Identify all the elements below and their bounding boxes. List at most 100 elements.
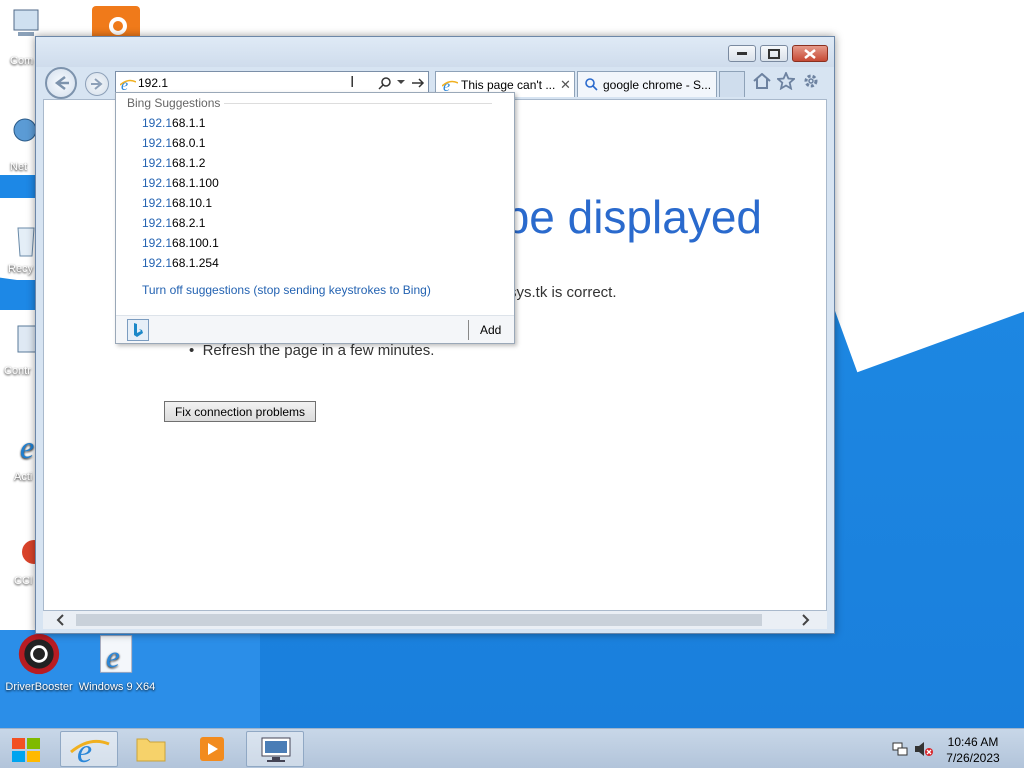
search-icon <box>585 78 598 91</box>
suggestion-typed: 192.1 <box>142 216 173 230</box>
turn-off-suggestions-link[interactable]: Turn off suggestions (stop sending keyst… <box>142 283 431 297</box>
desktop-icon-label: Windows 9 X64 <box>78 681 156 693</box>
folder-icon <box>136 738 166 762</box>
suggestion-item[interactable]: 192.168.1.100 <box>142 176 219 190</box>
bing-provider-button[interactable] <box>127 319 149 341</box>
svg-text:e: e <box>106 639 120 674</box>
ie-icon: e <box>100 635 133 674</box>
divider <box>468 320 469 340</box>
suggestion-rest: 68.1.1 <box>172 116 206 130</box>
error-bullet: • Refresh the page in a few minutes. <box>189 342 434 359</box>
search-icon[interactable] <box>378 76 392 90</box>
svg-text:e: e <box>20 429 34 465</box>
suggestion-rest: 68.2.1 <box>172 216 206 230</box>
suggestion-item[interactable]: 192.168.1.2 <box>142 156 205 170</box>
address-input[interactable] <box>138 75 358 91</box>
minimize-button[interactable] <box>728 45 756 62</box>
desktop-icon-label: Contr <box>4 365 31 377</box>
bing-icon <box>134 323 143 337</box>
recycle-bin-icon <box>17 227 35 257</box>
taskbar-internet-explorer[interactable]: e <box>60 731 118 768</box>
desktop-icon-label: DriverBooster <box>5 681 73 693</box>
close-icon <box>804 48 816 59</box>
arrow-left-icon <box>54 76 69 90</box>
divider <box>224 103 492 104</box>
text-cursor-icon: I <box>350 74 355 91</box>
suggestion-item[interactable]: 192.168.10.1 <box>142 196 212 210</box>
chevron-down-icon[interactable] <box>397 78 405 86</box>
tab-google-chrome-search[interactable]: google chrome - S... <box>577 71 717 97</box>
suggestion-typed: 192.1 <box>142 116 173 130</box>
bullet-icon: • <box>189 342 203 359</box>
ie-icon: e <box>442 78 458 93</box>
media-player-icon <box>200 737 224 761</box>
taskbar-remote-desktop[interactable] <box>246 731 304 767</box>
suggestion-typed: 192.1 <box>142 256 173 270</box>
desktop-icon-windows9[interactable]: e Windows 9 X64 <box>78 632 156 693</box>
start-button[interactable] <box>6 734 46 766</box>
suggestion-rest: 68.0.1 <box>172 136 206 150</box>
suggestion-item[interactable]: 192.168.0.1 <box>142 136 205 150</box>
scroll-right-icon[interactable] <box>801 613 811 627</box>
scrollbar-thumb[interactable] <box>76 614 762 626</box>
arrow-right-icon <box>91 78 103 90</box>
network-tray-icon[interactable] <box>891 741 909 757</box>
favorites-star-icon[interactable] <box>777 72 795 90</box>
clock-date[interactable]: 7/26/2023 <box>938 751 1008 765</box>
remote-desktop-icon <box>261 737 291 762</box>
suggestion-item[interactable]: 192.168.1.1 <box>142 116 205 130</box>
suggestion-typed: 192.1 <box>142 176 173 190</box>
suggestions-footer: Add <box>116 315 514 343</box>
tab-label: This page can't ... <box>461 78 556 92</box>
suggestion-item[interactable]: 192.168.2.1 <box>142 216 205 230</box>
desktop-icon-label: Recy <box>8 263 34 275</box>
forward-button[interactable] <box>85 72 109 96</box>
add-provider-button[interactable]: Add <box>480 323 501 337</box>
taskbar-file-explorer[interactable] <box>122 731 180 767</box>
scroll-left-icon[interactable] <box>55 613 65 627</box>
maximize-icon <box>768 48 780 59</box>
volume-muted-icon[interactable] <box>914 741 934 757</box>
taskbar-media-player[interactable] <box>184 731 242 767</box>
suggestion-item[interactable]: 192.168.1.254 <box>142 256 219 270</box>
minimize-icon <box>737 51 747 55</box>
desktop-icon-driverbooster[interactable]: DriverBooster <box>0 632 78 693</box>
ie-icon: e <box>120 77 136 92</box>
go-arrow-icon[interactable] <box>411 76 425 90</box>
suggestion-rest: 68.1.100 <box>172 176 219 190</box>
suggestion-rest: 68.1.254 <box>172 256 219 270</box>
tab-label: google chrome - S... <box>603 78 712 92</box>
taskbar: e 10:46 AM 7/26/2023 <box>0 728 1024 768</box>
suggestions-header: Bing Suggestions <box>127 96 221 110</box>
suggestion-typed: 192.1 <box>142 156 173 170</box>
suggestion-typed: 192.1 <box>142 136 173 150</box>
suggestion-item[interactable]: 192.168.100.1 <box>142 236 219 250</box>
new-tab-button[interactable] <box>719 71 745 97</box>
clock-time[interactable]: 10:46 AM <box>938 735 1008 749</box>
horizontal-scrollbar[interactable] <box>43 611 827 629</box>
ie-icon: e <box>70 733 110 768</box>
error-description: sys.tk is correct. <box>509 284 617 301</box>
driverbooster-icon <box>18 633 60 675</box>
svg-text:e: e <box>443 78 450 93</box>
back-button[interactable] <box>45 67 77 99</box>
suggestion-typed: 192.1 <box>142 236 173 250</box>
desktop-icon-control-panel[interactable]: Contr <box>4 322 39 377</box>
suggestion-rest: 68.1.2 <box>172 156 206 170</box>
address-suggestions-dropdown: Bing Suggestions 192.168.1.1 192.168.0.1… <box>115 92 515 344</box>
svg-text:e: e <box>121 77 128 92</box>
svg-text:e: e <box>77 733 92 766</box>
desktop-icon-recycle-bin[interactable]: Recy <box>8 220 38 275</box>
title-bar[interactable] <box>36 37 834 67</box>
home-icon[interactable] <box>753 73 771 89</box>
suggestion-rest: 68.100.1 <box>172 236 219 250</box>
bullet-text: Refresh the page in a few minutes. <box>202 342 435 359</box>
close-button[interactable] <box>792 45 828 62</box>
gear-icon[interactable] <box>802 72 820 90</box>
suggestion-rest: 68.10.1 <box>172 196 213 210</box>
control-panel-icon <box>17 325 39 353</box>
fix-connection-problems-button[interactable]: Fix connection problems <box>164 401 316 422</box>
maximize-button[interactable] <box>760 45 788 62</box>
windows-logo-icon <box>12 738 40 762</box>
tab-close-button[interactable]: ✕ <box>560 77 571 93</box>
